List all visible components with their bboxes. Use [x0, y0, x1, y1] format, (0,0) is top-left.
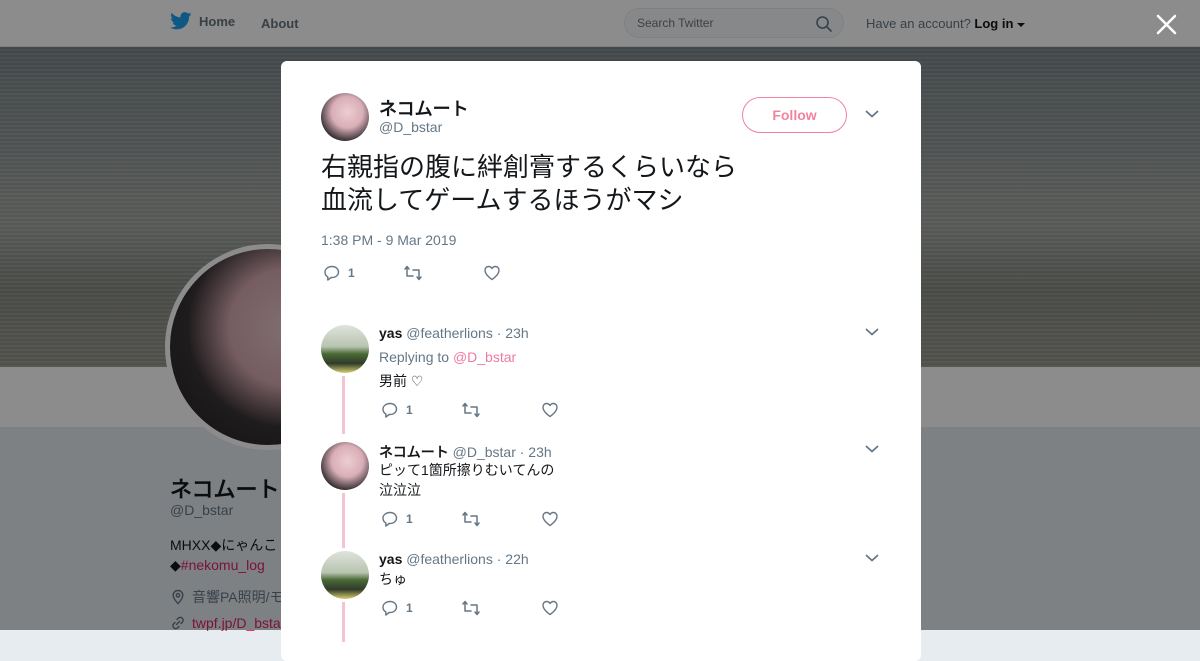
- retweet-icon: [462, 600, 480, 616]
- heart-icon: [542, 600, 558, 616]
- chevron-down-icon[interactable]: [865, 109, 879, 119]
- reply-author-name[interactable]: yas: [379, 325, 402, 341]
- like-button[interactable]: [541, 599, 559, 617]
- thread-connector-line: [342, 602, 345, 642]
- chevron-down-icon[interactable]: [865, 444, 879, 454]
- tweet-actions: 1: [323, 264, 501, 282]
- reply-button[interactable]: 1: [381, 510, 461, 528]
- reply-avatar[interactable]: [321, 325, 369, 373]
- reply-author-handle[interactable]: @featherlions: [406, 551, 493, 567]
- retweet-icon: [462, 511, 480, 527]
- reply-time[interactable]: · 23h: [497, 325, 529, 341]
- author-name[interactable]: ネコムート: [379, 95, 469, 121]
- tweet-timestamp[interactable]: 1:38 PM - 9 Mar 2019: [321, 232, 456, 248]
- reply-icon: [382, 511, 398, 527]
- reply-header: yas @featherlions · 23h: [379, 325, 529, 341]
- heart-icon: [484, 265, 500, 281]
- reply-count: 1: [406, 403, 413, 417]
- replying-to-handle[interactable]: @D_bstar: [453, 349, 516, 365]
- thread-connector-line: [342, 376, 345, 434]
- follow-button[interactable]: Follow: [742, 97, 847, 133]
- reply-avatar[interactable]: [321, 551, 369, 599]
- like-button[interactable]: [483, 264, 501, 282]
- reply-text: 男前 ♡: [379, 373, 424, 389]
- reply-avatar[interactable]: [321, 442, 369, 490]
- reply-text: ピッて1箇所擦りむいてんの 泣泣泣: [379, 462, 555, 498]
- reply-actions: 1: [381, 510, 559, 528]
- reply-author-name[interactable]: yas: [379, 551, 402, 567]
- reply-button[interactable]: 1: [381, 401, 461, 419]
- retweet-button[interactable]: [461, 510, 541, 528]
- tweet-text: 右親指の腹に絆創膏するくらいなら 血流してゲームするほうがマシ: [321, 152, 738, 215]
- reply-icon: [382, 402, 398, 418]
- reply-time[interactable]: · 23h: [520, 444, 552, 460]
- chevron-down-icon[interactable]: [865, 327, 879, 337]
- reply-count: 1: [348, 266, 355, 280]
- reply-button[interactable]: 1: [323, 264, 403, 282]
- retweet-button[interactable]: [461, 401, 541, 419]
- thread-connector-line: [342, 493, 345, 548]
- reply-author-handle[interactable]: @featherlions: [406, 325, 493, 341]
- reply-header: yas @featherlions · 22h: [379, 551, 529, 567]
- like-button[interactable]: [541, 401, 559, 419]
- reply-actions: 1: [381, 401, 559, 419]
- reply-text: ちゅ: [379, 571, 407, 587]
- replying-to-label: Replying to: [379, 349, 450, 365]
- retweet-icon: [462, 402, 480, 418]
- reply-author-name[interactable]: ネコムート: [379, 444, 449, 460]
- retweet-button[interactable]: [403, 264, 483, 282]
- retweet-icon: [404, 265, 422, 281]
- reply-count: 1: [406, 601, 413, 615]
- heart-icon: [542, 511, 558, 527]
- chevron-down-icon[interactable]: [865, 553, 879, 563]
- reply-icon: [382, 600, 398, 616]
- retweet-button[interactable]: [461, 599, 541, 617]
- like-button[interactable]: [541, 510, 559, 528]
- tweet-permalink-modal: ネコムート @D_bstar Follow 右親指の腹に絆創膏するくらいなら 血…: [281, 61, 921, 661]
- reply-button[interactable]: 1: [381, 599, 461, 617]
- close-icon[interactable]: [1154, 12, 1179, 37]
- replying-to: Replying to @D_bstar: [379, 349, 516, 365]
- reply-author-handle[interactable]: @D_bstar: [453, 444, 516, 460]
- reply-header: ネコムート @D_bstar · 23h: [379, 442, 552, 462]
- reply-actions: 1: [381, 599, 559, 617]
- reply-icon: [324, 265, 340, 281]
- author-handle[interactable]: @D_bstar: [379, 119, 442, 135]
- reply-count: 1: [406, 512, 413, 526]
- heart-icon: [542, 402, 558, 418]
- reply-time[interactable]: · 22h: [497, 551, 529, 567]
- author-avatar[interactable]: [321, 93, 369, 141]
